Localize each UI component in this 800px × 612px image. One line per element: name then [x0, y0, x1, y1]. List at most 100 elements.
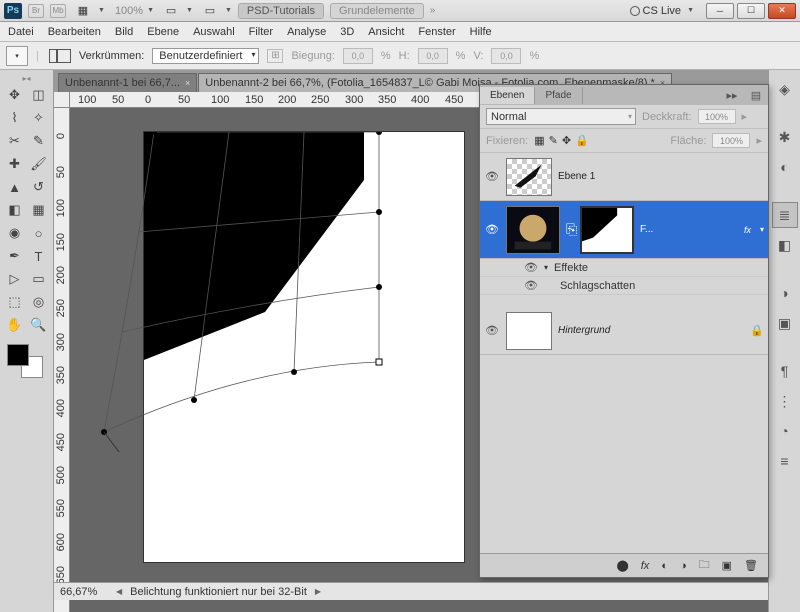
fx-dropshadow-row[interactable]: 👁 Schlagschatten — [480, 277, 768, 295]
workspace-basic[interactable]: Grundelemente — [330, 3, 424, 19]
menu-help[interactable]: Hilfe — [470, 26, 492, 38]
tool-preset-icon[interactable]: ▾ — [6, 46, 28, 66]
close-tab-icon[interactable]: × — [185, 78, 190, 88]
menu-window[interactable]: Fenster — [418, 26, 455, 38]
char-panel-icon[interactable]: ¶ — [772, 358, 798, 384]
minimize-button[interactable]: ─ — [706, 3, 734, 19]
pen-tool[interactable]: ✒ — [3, 245, 26, 267]
menu-image[interactable]: Bild — [115, 26, 133, 38]
link-layers-icon[interactable]: ⬤ — [616, 559, 628, 572]
new-layer-icon[interactable]: ▣ — [722, 559, 732, 572]
status-prev-icon[interactable]: ◀ — [116, 587, 122, 596]
layer-thumb[interactable] — [506, 158, 552, 196]
view-extras-icon[interactable]: ▦ — [72, 3, 94, 19]
mask-thumb[interactable] — [580, 206, 634, 254]
lock-position-icon[interactable]: ✥ — [562, 134, 571, 147]
tab-paths[interactable]: Pfade — [535, 87, 582, 104]
gradient-tool[interactable]: ▦ — [27, 199, 50, 221]
fill-input[interactable]: 100% — [712, 133, 750, 148]
path-select-tool[interactable]: ▷ — [3, 268, 26, 290]
fg-color[interactable] — [7, 344, 29, 366]
heal-tool[interactable]: ✚ — [3, 153, 26, 175]
close-button[interactable]: ✕ — [768, 3, 796, 19]
layer-name[interactable]: Hintergrund — [558, 325, 610, 336]
visibility-icon[interactable]: 👁 — [524, 261, 538, 274]
menu-file[interactable]: Datei — [8, 26, 34, 38]
adjust-panel-icon[interactable]: ✱ — [772, 124, 798, 150]
dodge-tool[interactable]: ○ — [27, 222, 50, 244]
v-input[interactable]: 0,0 — [491, 48, 521, 64]
layers-panel[interactable]: Ebenen Pfade ▸▸ ▤ Normal Deckkraft: 100%… — [479, 84, 769, 578]
menu-filter[interactable]: Filter — [249, 26, 273, 38]
blend-mode-select[interactable]: Normal — [486, 108, 636, 125]
brushes-panel-icon[interactable]: ⋮ — [772, 388, 798, 414]
workspace-tutorials[interactable]: PSD-Tutorials — [238, 3, 324, 19]
mask-icon[interactable]: ◐ — [661, 560, 668, 572]
channels-panel-icon[interactable]: ◧ — [772, 232, 798, 258]
visibility-icon[interactable]: 👁 — [484, 324, 500, 337]
eyedropper-tool[interactable]: ✎ — [27, 130, 50, 152]
brush-tool[interactable]: 🖌 — [27, 153, 50, 175]
masks-panel-icon[interactable]: ◐ — [772, 154, 798, 180]
bridge-icon[interactable]: Br — [28, 4, 44, 18]
layer-row[interactable]: 👁 Ebene 1 — [480, 153, 768, 201]
layer-name[interactable]: Ebene 1 — [558, 171, 595, 182]
shape-tool[interactable]: ▭ — [27, 268, 50, 290]
menu-layer[interactable]: Ebene — [147, 26, 179, 38]
menu-select[interactable]: Auswahl — [193, 26, 235, 38]
lock-icon[interactable]: 🔒 — [750, 324, 764, 337]
status-zoom[interactable]: 66,67% — [60, 586, 108, 598]
tab-layers[interactable]: Ebenen — [480, 87, 535, 104]
zoom-level[interactable]: 100% — [115, 5, 143, 17]
opacity-flyout[interactable]: ▸ — [742, 110, 748, 123]
canvas[interactable] — [144, 132, 464, 562]
layer-row-selected[interactable]: 👁 ⎘ F... fx ▾ — [480, 201, 768, 259]
ruler-vertical[interactable]: 0 50 100 150 200 250 300 350 400 450 500… — [54, 108, 70, 612]
layer-thumb[interactable] — [506, 312, 552, 350]
wand-tool[interactable]: ✧ — [27, 107, 50, 129]
blur-tool[interactable]: ◉ — [3, 222, 26, 244]
arrange-icon[interactable]: ▭ — [160, 3, 182, 19]
layer-thumb[interactable] — [506, 206, 560, 254]
fx-badge[interactable]: fx — [744, 225, 751, 235]
delete-layer-icon[interactable]: 🗑 — [744, 559, 758, 572]
history-panel-icon[interactable]: ◑ — [772, 280, 798, 306]
opacity-input[interactable]: 100% — [698, 109, 736, 124]
move-tool[interactable]: ✥ — [3, 84, 26, 106]
hand-tool[interactable]: ✋ — [3, 314, 26, 336]
stamp-tool[interactable]: ▲ — [3, 176, 26, 198]
actions-panel-icon[interactable]: ▣ — [772, 310, 798, 336]
panel-menu-icon[interactable]: ▤ — [744, 89, 768, 102]
lock-pixels-icon[interactable]: ✎ — [549, 134, 558, 147]
lock-transparent-icon[interactable]: ▦ — [534, 134, 544, 147]
visibility-icon[interactable]: 👁 — [524, 279, 538, 292]
screen-mode-icon[interactable]: ▭ — [199, 3, 221, 19]
visibility-icon[interactable]: 👁 — [484, 170, 500, 183]
status-next-icon[interactable]: ▶ — [315, 587, 321, 596]
color-swatch[interactable] — [3, 342, 50, 380]
menu-3d[interactable]: 3D — [340, 26, 354, 38]
lasso-tool[interactable]: ⌇ — [3, 107, 26, 129]
layers-panel-icon[interactable]: ≣ — [772, 202, 798, 228]
palette-grip[interactable]: ▸◂ — [3, 74, 50, 82]
eraser-tool[interactable]: ◧ — [3, 199, 26, 221]
styles-panel-icon[interactable]: ≡ — [772, 448, 798, 474]
group-icon[interactable]: 🗀 — [699, 556, 710, 575]
fx-expand-icon[interactable]: ▾ — [760, 225, 764, 234]
warp-orientation-icon[interactable]: ⊞ — [267, 49, 283, 63]
type-tool[interactable]: T — [27, 245, 50, 267]
layer-name[interactable]: F... — [640, 224, 653, 235]
menu-analysis[interactable]: Analyse — [287, 26, 326, 38]
layer-row-bg[interactable]: 👁 Hintergrund 🔒 — [480, 307, 768, 355]
history-brush-tool[interactable]: ↺ — [27, 176, 50, 198]
panel-collapse-icon[interactable]: ▸▸ — [720, 89, 744, 102]
3d-tool[interactable]: ⬚ — [3, 291, 26, 313]
ruler-origin[interactable] — [54, 92, 70, 108]
cs-live[interactable]: CS Live▼ — [630, 5, 694, 17]
info-panel-icon[interactable]: ◔ — [772, 418, 798, 444]
fx-effects-row[interactable]: 👁 ▾ Effekte — [480, 259, 768, 277]
marquee-tool[interactable]: ◫ — [27, 84, 50, 106]
lock-all-icon[interactable]: 🔒 — [575, 134, 589, 147]
fx-icon[interactable]: fx — [641, 560, 650, 572]
bend-input[interactable]: 0,0 — [343, 48, 373, 64]
